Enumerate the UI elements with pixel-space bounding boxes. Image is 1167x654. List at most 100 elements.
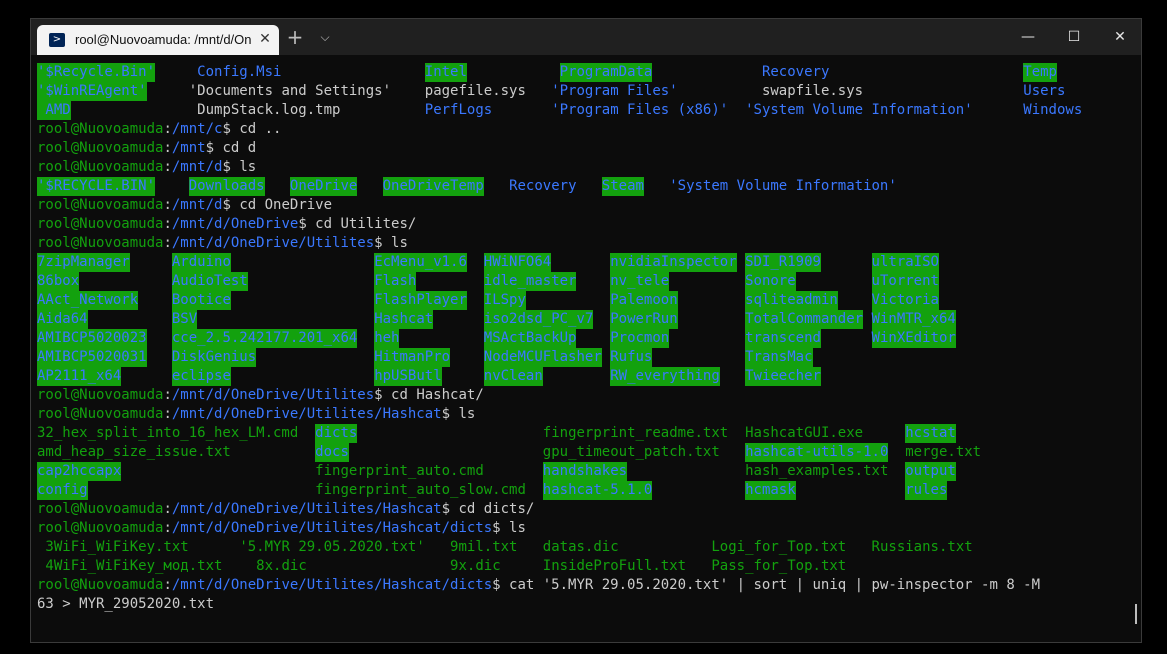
ls-entry: sqliteadmin [745,291,838,310]
ls-entry: amd_heap_size_issue.txt [37,444,231,460]
ls-entry: hash_examples.txt [745,463,889,479]
ls-entry: '$WinREAgent' [37,82,147,101]
maximize-button[interactable]: ☐ [1051,19,1097,55]
ls-entry: fingerprint_readme.txt [542,425,729,441]
ls-entry: nvClean [483,367,543,386]
ls-entry: fingerprint_auto_slow.cmd [315,482,526,498]
command-text: cd .. [239,121,282,137]
prompt-symbol: $ [374,387,392,403]
prompt-symbol: $ [441,406,459,422]
ls-entry: docs [315,443,349,462]
new-tab-button[interactable]: + [283,25,307,49]
ls-entry: output [905,462,956,481]
terminal-line: 4WiFi_WiFiKey_мод.txt 8x.dic 9x.dic InsideP… [37,557,1137,576]
ls-entry: rules [905,481,948,500]
ls-entry: Downloads [188,177,265,196]
terminal-line: '$RECYCLE.BIN' Downloads OneDrive OneDriveT… [37,177,1137,196]
ls-entry: BSV [171,310,198,329]
ls-entry: TransMac [745,348,813,367]
terminal-line: 3WiFi_WiFiKey.txt '5.MYR 29.05.2020.txt' 9… [37,538,1137,557]
ls-entry: merge.txt [905,444,982,460]
ls-entry: dicts [315,424,358,443]
close-window-button[interactable]: ✕ [1097,19,1141,55]
ls-entry: AMD [37,101,71,120]
ls-entry: AMIBCP5020031 [37,348,147,367]
ls-entry: EcMenu_v1.6 [374,253,467,272]
ls-entry: fingerprint_auto.cmd [315,463,484,479]
prompt-symbol: $ [492,520,510,536]
prompt-separator: : [163,387,172,403]
ls-entry: HitmanPro [374,348,451,367]
ls-entry: PowerRun [610,310,678,329]
ls-entry: heh [374,329,400,348]
ls-entry: Arduino [171,253,231,272]
command-text: cd Utilites/ [315,216,417,232]
prompt-user: rool@Nuovoamuda [37,121,164,137]
prompt-symbol: $ [222,121,240,137]
prompt-user: rool@Nuovoamuda [37,406,164,422]
ls-entry: Rufus [610,348,653,367]
ls-entry: Recovery [761,64,830,80]
tab-terminal[interactable]: > rool@Nuovoamuda: /mnt/d/On ✕ [37,25,279,55]
terminal-line: Aida64 BSV Hashcat iso2dsd_PC_v7 PowerRun Tot… [37,310,1137,329]
ls-entry: Users [1023,83,1066,99]
terminal-line: config fingerprint_auto_slow.cmd hashcat-5… [37,481,1137,500]
ls-entry: 9x.dic [450,558,501,574]
terminal-line: rool@Nuovoamuda:/mnt/c$ cd .. [37,120,1137,139]
command-text: cd Hashcat/ [391,387,484,403]
terminal-line: rool@Nuovoamuda:/mnt/d$ ls [37,158,1137,177]
ls-entry: HashcatGUI.exe [745,425,864,441]
ls-entry: Temp [1023,63,1057,82]
terminal-line: amd_heap_size_issue.txt docs gpu_timeout_p… [37,443,1137,462]
ls-entry: datas.dic [542,539,619,555]
ls-entry: ILSpy [483,291,526,310]
terminal-line: rool@Nuovoamuda:/mnt/d/OneDrive/Utilites… [37,519,1137,538]
ls-entry: iso2dsd_PC_v7 [483,310,594,329]
ls-entry: HWiNFO64 [483,253,552,272]
prompt-separator: : [163,235,172,251]
prompt-symbol: $ [298,216,316,232]
terminal-line: rool@Nuovoamuda:/mnt/d/OneDrive/Utilites… [37,234,1137,253]
tab-close-icon[interactable]: ✕ [257,30,273,48]
ls-entry: OneDrive [289,177,358,196]
tab-title: rool@Nuovoamuda: /mnt/d/On [75,32,252,47]
ls-entry: Logi_for_Top.txt [711,539,847,555]
chevron-down-icon[interactable]: ⌵ [315,25,335,49]
ls-entry: ultraISO [871,253,939,272]
prompt-symbol: $ [492,577,510,593]
prompt-path: /mnt/d/OneDrive/Utilites [171,387,375,403]
prompt-path: /mnt/d/OneDrive/Utilites/Hashcat/dicts [171,520,493,536]
terminal-line: 63 > MYR_29052020.txt [37,595,1137,614]
terminal-line: AMD DumpStack.log.tmp PerfLogs 'Program Fil… [37,101,1137,120]
prompt-symbol: $ [222,159,240,175]
terminal-line: cap2hccapx fingerprint_auto.cmd handshakes… [37,462,1137,481]
prompt-user: rool@Nuovoamuda [37,520,164,536]
ls-entry: Victoria [871,291,939,310]
prompt-user: rool@Nuovoamuda [37,197,164,213]
ls-entry: MSActBackUp [483,329,577,348]
ls-entry: Palemoon [610,291,678,310]
ls-entry: 32_hex_split_into_16_hex_LM.cmd [37,425,299,441]
prompt-path: /mnt/d [171,197,223,213]
terminal-line: rool@Nuovoamuda:/mnt/d/OneDrive$ cd Util… [37,215,1137,234]
minimize-button[interactable]: — [1005,19,1051,55]
ls-entry: AP2111_x64 [37,367,122,386]
ls-entry: AudioTest [171,272,248,291]
terminal-line: rool@Nuovoamuda:/mnt/d/OneDrive/Utilites… [37,386,1137,405]
terminal-line: rool@Nuovoamuda:/mnt/d$ cd OneDrive [37,196,1137,215]
terminal-line: rool@Nuovoamuda:/mnt$ cd d [37,139,1137,158]
ls-entry: swapfile.sys [761,83,864,99]
ls-entry: TotalCommander [745,310,864,329]
ls-entry: WinMTR_x64 [871,310,956,329]
terminal-output[interactable]: '$Recycle.Bin' Config.Msi Intel ProgramData… [37,63,1137,642]
ls-entry: config [37,481,88,500]
terminal-line: AMIBCP5020023 cce_2.5.242177.201_x64 heh MS… [37,329,1137,348]
ls-entry: Procmon [610,329,670,348]
ls-entry: DumpStack.log.tmp [197,102,341,118]
ls-entry: Aida64 [37,310,88,329]
ls-entry: NodeMCUFlasher [483,348,602,367]
prompt-separator: : [163,577,172,593]
terminal-line: rool@Nuovoamuda:/mnt/d/OneDrive/Utilites… [37,500,1137,519]
ls-entry: '5.MYR 29.05.2020.txt' [239,539,425,555]
terminal-line: rool@Nuovoamuda:/mnt/d/OneDrive/Utilites… [37,576,1137,595]
